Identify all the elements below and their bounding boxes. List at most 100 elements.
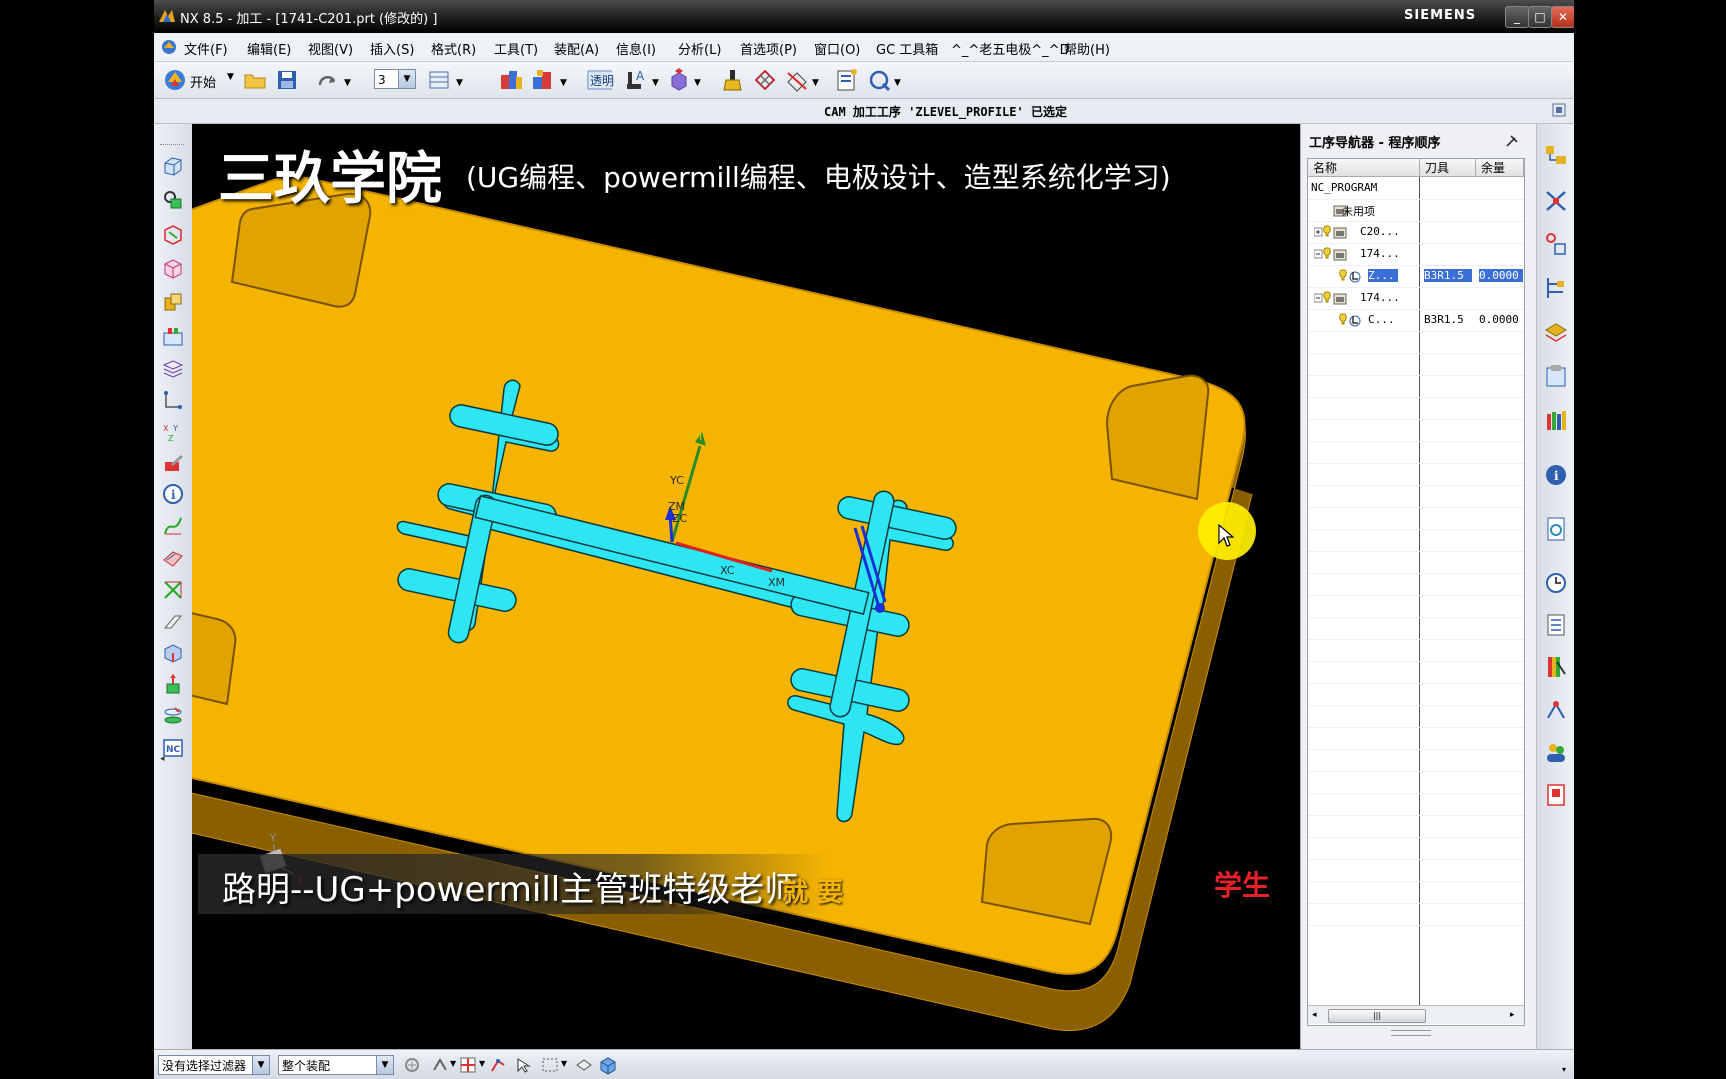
redo-icon[interactable] <box>314 67 340 93</box>
measure-distance-icon[interactable] <box>161 388 185 412</box>
wireframe-cube-icon[interactable] <box>161 154 185 178</box>
rectangle-dropdown-arrow[interactable]: ▼ <box>561 1059 567 1068</box>
nx-menu-icon[interactable] <box>160 38 178 56</box>
process-template-icon[interactable] <box>1543 362 1569 392</box>
column-header-stock[interactable]: 余量 <box>1476 159 1524 177</box>
menu-item-7[interactable]: 信息(I) <box>616 39 656 58</box>
chevron-down-icon[interactable]: ▼ <box>376 1056 393 1074</box>
view-orient-icon[interactable] <box>866 67 892 93</box>
constraint-navigator-icon[interactable] <box>161 222 185 246</box>
menu-item-4[interactable]: 格式(R) <box>431 39 476 58</box>
menu-item-10[interactable]: 窗口(O) <box>814 39 860 58</box>
machine-tool-navigator-icon[interactable] <box>1543 186 1569 216</box>
layers-stack-icon[interactable] <box>161 356 185 380</box>
section-dropdown-arrow[interactable]: ▼ <box>812 78 819 88</box>
component-dropdown-arrow[interactable]: ▼ <box>560 78 567 88</box>
menu-item-12[interactable]: ^_^老五电极^_^D <box>951 39 1070 58</box>
deselect-all-icon[interactable] <box>574 1055 594 1075</box>
close-button[interactable]: ✕ <box>1551 6 1574 28</box>
coordinate-icon[interactable]: X YZ <box>161 420 185 444</box>
geometry-view-icon[interactable] <box>1543 274 1569 304</box>
status-resize-grip[interactable]: ▾ <box>1562 1065 1566 1074</box>
table-row[interactable]: Z... B3R1.5 0.0000 <box>1308 265 1524 288</box>
menu-item-3[interactable]: 插入(S) <box>370 39 414 58</box>
assembly-navigator-icon[interactable] <box>161 188 185 212</box>
toolbar-grip[interactable] <box>160 144 184 145</box>
part-navigator-icon[interactable] <box>161 256 185 280</box>
select-feature-icon[interactable] <box>514 1055 534 1075</box>
toolbar-more-arrow[interactable]: ◂ <box>160 754 165 764</box>
maximize-button[interactable]: □ <box>1528 6 1552 28</box>
history-clock-icon[interactable] <box>1543 568 1569 598</box>
layer-dropdown-arrow[interactable]: ▼ <box>456 78 463 88</box>
sheet-face-icon[interactable] <box>161 610 185 634</box>
clip-section-icon[interactable] <box>784 67 810 93</box>
horizontal-scrollbar[interactable]: ◂ ||| ▸ <box>1308 1005 1524 1024</box>
general-selection-filter-icon[interactable] <box>402 1056 422 1074</box>
menu-item-0[interactable]: 文件(F) <box>184 39 228 58</box>
cube-view-icon[interactable] <box>598 1055 618 1075</box>
save-icon[interactable] <box>274 67 300 93</box>
start-dropdown-arrow[interactable]: ▼ <box>227 72 234 82</box>
component-cubes-icon[interactable] <box>530 67 556 93</box>
text-dropdown-arrow[interactable]: ▼ <box>652 78 659 88</box>
information-window-icon[interactable]: i <box>1543 460 1569 490</box>
cue-expand-icon[interactable] <box>1552 103 1566 117</box>
layer-settings-icon[interactable] <box>426 67 452 93</box>
block-feature-icon[interactable] <box>161 640 185 664</box>
library-books-icon[interactable] <box>1543 406 1569 436</box>
scroll-thumb[interactable]: ||| <box>1328 1009 1426 1023</box>
minimize-button[interactable]: _ <box>1505 6 1529 28</box>
menu-item-6[interactable]: 装配(A) <box>554 39 599 58</box>
shading-dropdown-arrow[interactable]: ▼ <box>694 78 701 88</box>
hd3d-tools-icon[interactable] <box>161 324 185 348</box>
process-studio-icon[interactable] <box>1543 696 1569 726</box>
surface-analysis-icon[interactable] <box>161 546 185 570</box>
tool-library-icon[interactable] <box>1543 230 1569 260</box>
roles-users-icon[interactable] <box>1543 738 1569 768</box>
start-button[interactable]: 开始 <box>190 72 216 91</box>
deviation-check-icon[interactable] <box>161 578 185 602</box>
graphics-window[interactable]: YM YC ZM ZC XC XM Y X 三玖学院 (UG编程、powermi… <box>192 124 1300 1049</box>
panel-resize-grip[interactable] <box>1391 1030 1431 1036</box>
color-palette-icon[interactable] <box>1543 652 1569 682</box>
shading-cube-icon[interactable] <box>666 67 692 93</box>
scroll-right-arrow[interactable]: ▸ <box>1510 1010 1515 1020</box>
menu-item-13[interactable]: 帮助(H) <box>1064 39 1110 58</box>
menu-item-9[interactable]: 首选项(P) <box>740 39 797 58</box>
curve-analysis-icon[interactable] <box>161 514 185 538</box>
pin-icon[interactable] <box>1505 134 1519 148</box>
column-header-name[interactable]: 名称 <box>1308 159 1420 177</box>
rectangle-select-icon[interactable] <box>540 1055 560 1075</box>
operation-navigator-tab-icon[interactable] <box>1543 142 1569 172</box>
selection-scope-select[interactable]: 整个装配 ▼ <box>278 1055 394 1075</box>
menu-item-5[interactable]: 工具(T) <box>494 39 538 58</box>
open-folder-icon[interactable] <box>242 67 268 93</box>
menu-item-1[interactable]: 编辑(E) <box>247 39 291 58</box>
table-row[interactable]: 174... <box>1308 243 1524 266</box>
menu-item-11[interactable]: GC 工具箱 <box>876 39 938 58</box>
chevron-down-icon[interactable]: ▼ <box>252 1056 269 1074</box>
clean-brush-icon[interactable] <box>720 67 746 93</box>
pencil-edit-icon[interactable] <box>161 452 185 476</box>
chevron-down-icon[interactable]: ▼ <box>398 70 415 88</box>
table-row[interactable]: 未用项 <box>1308 199 1524 222</box>
text-annotation-icon[interactable]: A <box>624 67 650 93</box>
snap-point-icon[interactable] <box>430 1056 450 1074</box>
column-header-tool[interactable]: 刀具 <box>1420 159 1476 177</box>
snap-dropdown-arrow[interactable]: ▼ <box>450 1059 456 1068</box>
revolve-feature-icon[interactable] <box>161 704 185 728</box>
web-browser-icon[interactable] <box>1543 514 1569 544</box>
layer-select[interactable]: 3 ▼ <box>374 69 416 89</box>
machining-method-icon[interactable] <box>1543 318 1569 348</box>
palette-report-icon[interactable] <box>1543 780 1569 810</box>
reuse-library-icon[interactable] <box>161 290 185 314</box>
select-curve-icon[interactable] <box>488 1055 508 1075</box>
redo-dropdown-arrow[interactable]: ▼ <box>344 78 351 88</box>
table-row[interactable]: 174... <box>1308 287 1524 310</box>
type-filter-select[interactable]: 没有选择过滤器 ▼ <box>158 1055 270 1075</box>
view-dropdown-arrow[interactable]: ▼ <box>894 78 901 88</box>
assembly-colored-cubes-icon[interactable] <box>498 67 524 93</box>
scroll-left-arrow[interactable]: ◂ <box>1312 1010 1317 1020</box>
table-row[interactable]: C... B3R1.5 0.0000 <box>1308 309 1524 332</box>
